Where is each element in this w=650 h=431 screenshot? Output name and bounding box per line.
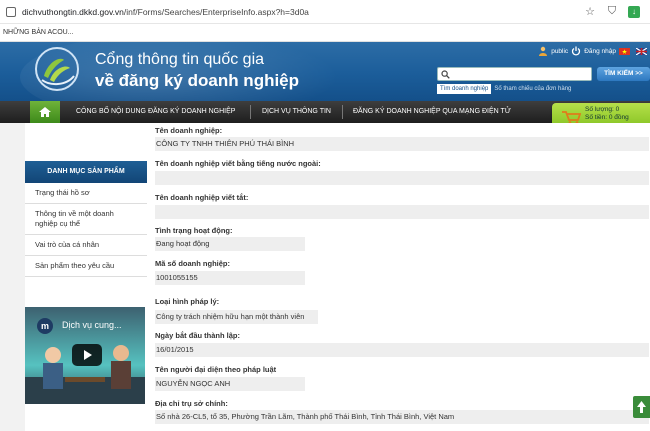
short-name-value bbox=[155, 205, 649, 219]
foreign-name-value bbox=[155, 171, 649, 185]
operating-status-value: Đang hoạt động bbox=[155, 237, 305, 251]
site-title-line1: Cổng thông tin quốc gia bbox=[95, 51, 265, 68]
scroll-to-top-button[interactable] bbox=[633, 396, 650, 418]
nav-item-online-registration[interactable]: ĐĂNG KÝ DOANH NGHIỆP QUA MẠNG ĐIỆN TỬ bbox=[353, 101, 511, 123]
site-info-icon[interactable] bbox=[6, 6, 16, 17]
sidebar-item-enterprise-info[interactable]: Thông tin về một doanh nghiệp cụ thể bbox=[25, 204, 147, 235]
channel-avatar[interactable]: m bbox=[37, 318, 53, 334]
enterprise-name-label: Tên doanh nghiệp: bbox=[155, 126, 223, 135]
site-header: Cổng thông tin quốc gia về đăng ký doanh… bbox=[0, 42, 650, 101]
nav-divider bbox=[342, 105, 343, 119]
page-body: DANH MỤC SẢN PHẨM Trạng thái hồ sơ Thông… bbox=[0, 123, 650, 431]
head-office-address-label: Địa chỉ trụ sở chính: bbox=[155, 399, 228, 408]
sidebar-heading: DANH MỤC SẢN PHẨM bbox=[25, 161, 147, 183]
sidebar: DANH MỤC SẢN PHẨM Trạng thái hồ sơ Thông… bbox=[25, 131, 147, 277]
left-gutter bbox=[0, 123, 25, 431]
bookmark-star-icon[interactable]: ☆ bbox=[584, 6, 596, 18]
site-logo-icon bbox=[35, 47, 79, 91]
top-links: public Đăng nhập bbox=[535, 44, 650, 58]
foreign-name-label: Tên doanh nghiệp viết bằng tiếng nước ng… bbox=[155, 159, 321, 168]
legal-representative-value: NGUYỄN NGỌC ANH bbox=[155, 377, 305, 391]
search-box[interactable] bbox=[437, 67, 592, 81]
browser-address-bar[interactable]: dichvuthongtin.dkkd.gov.vn/inf/Forms/Sea… bbox=[0, 0, 650, 24]
head-office-address-value: Số nhà 26-CL5, tổ 35, Phường Trần Lãm, T… bbox=[155, 410, 649, 424]
nav-item-info-services[interactable]: DỊCH VỤ THÔNG TIN bbox=[262, 101, 331, 123]
search-tabs: Tìm doanh nghiệp Số tham chiếu của đơn h… bbox=[437, 84, 574, 94]
enterprise-code-label: Mã số doanh nghiệp: bbox=[155, 259, 230, 268]
legal-representative-label: Tên người đại diện theo pháp luật bbox=[155, 365, 277, 374]
nav-divider bbox=[250, 105, 251, 119]
public-link[interactable]: public bbox=[551, 48, 568, 55]
bookmarks-bar: NHỮNG BẢN ACOU... bbox=[0, 24, 650, 42]
english-flag-icon[interactable] bbox=[636, 47, 647, 55]
founding-date-label: Ngày bắt đầu thành lập: bbox=[155, 331, 241, 340]
enterprise-name-value: CÔNG TY TNHH THIÊN PHÚ THÁI BÌNH bbox=[155, 137, 649, 151]
operating-status-label: Tình trạng hoạt động: bbox=[155, 226, 233, 235]
url-host: dichvuthongtin.dkkd.gov.vn bbox=[22, 6, 124, 17]
sidebar-item-application-status[interactable]: Trạng thái hồ sơ bbox=[25, 183, 147, 204]
url-text[interactable]: dichvuthongtin.dkkd.gov.vn/inf/Forms/Sea… bbox=[22, 7, 584, 17]
video-title[interactable]: Dịch vụ cung... bbox=[62, 320, 122, 330]
legal-type-value: Công ty trách nhiệm hữu hạn một thành vi… bbox=[155, 310, 318, 324]
tab-order-reference[interactable]: Số tham chiếu của đơn hàng bbox=[491, 84, 574, 94]
extension-icon[interactable]: ↓ bbox=[628, 5, 640, 18]
sidebar-item-custom-products[interactable]: Sản phẩm theo yêu cầu bbox=[25, 256, 147, 277]
user-icon bbox=[539, 46, 548, 56]
bookmark-item[interactable]: NHỮNG BẢN ACOU... bbox=[3, 29, 74, 36]
nav-item-publish[interactable]: CÔNG BỐ NỘI DUNG ĐĂNG KÝ DOANH NGHIỆP bbox=[76, 101, 235, 123]
play-button[interactable] bbox=[72, 344, 102, 366]
site-title-line2: về đăng ký doanh nghiệp bbox=[95, 71, 300, 90]
cart-quantity: Số lượng: 0 bbox=[585, 106, 620, 113]
search-icon bbox=[441, 69, 450, 79]
short-name-label: Tên doanh nghiệp viết tắt: bbox=[155, 193, 249, 202]
video-embed[interactable]: m Dịch vụ cung... bbox=[25, 307, 145, 404]
legal-type-label: Loại hình pháp lý: bbox=[155, 297, 220, 306]
tab-find-enterprise[interactable]: Tìm doanh nghiệp bbox=[437, 84, 492, 94]
cart-icon bbox=[562, 111, 581, 124]
arrow-up-icon bbox=[637, 401, 646, 413]
power-icon bbox=[572, 46, 581, 56]
home-button[interactable] bbox=[30, 101, 60, 123]
search-input[interactable] bbox=[450, 68, 591, 80]
enterprise-code-value: 1001055155 bbox=[155, 271, 305, 285]
home-icon bbox=[39, 107, 51, 117]
shield-icon[interactable]: ⛉ bbox=[606, 5, 618, 18]
sidebar-item-individual-role[interactable]: Vai trò của cá nhân bbox=[25, 235, 147, 256]
login-link[interactable]: Đăng nhập bbox=[584, 48, 616, 55]
vietnamese-flag-icon[interactable] bbox=[619, 47, 630, 55]
search-button[interactable]: TÌM KIẾM >> bbox=[597, 67, 650, 81]
cart-summary: Số lượng: 0 Số tiền: 0 đồng bbox=[585, 106, 629, 122]
cart-amount: Số tiền: 0 đồng bbox=[585, 114, 629, 121]
founding-date-value: 16/01/2015 bbox=[155, 343, 649, 357]
url-path: /inf/Forms/Searches/EnterpriseInfo.aspx?… bbox=[123, 6, 309, 17]
